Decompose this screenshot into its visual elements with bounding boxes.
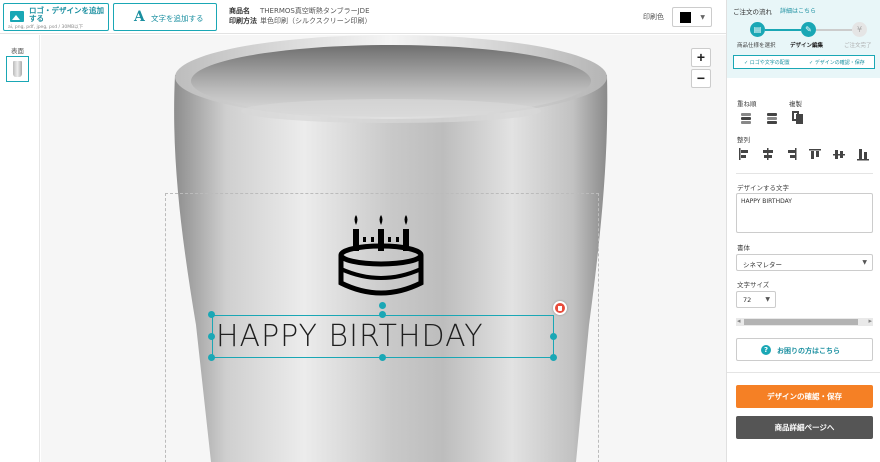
step-1-label: 商品仕様を選択 [737,43,776,49]
text-element[interactable]: HAPPY BIRTHDAY [212,315,554,358]
font-select[interactable]: シネマレター ▼ [736,254,873,271]
chevron-down-icon: ▼ [700,14,705,21]
design-text: HAPPY BIRTHDAY [216,319,484,354]
product-detail-button[interactable]: 商品詳細ページへ [736,416,873,439]
face-sidebar: 表面 [0,35,40,462]
birthday-cake-icon[interactable] [336,211,426,301]
step-2-pencil-icon: ✎ [801,22,816,37]
size-select[interactable]: 72 ▼ [736,291,776,308]
image-icon [10,11,24,22]
face-label: 表面 [11,47,24,55]
step-2-label: デザイン編集 [790,43,824,49]
align-toolbar [739,148,869,161]
step-3-yen-icon: ¥ [852,22,867,37]
step-line-2 [816,29,852,31]
add-logo-button[interactable]: ロゴ・デザインを追加する ai, png, pdf, jpeg, psd / 3… [3,3,109,31]
resize-handle-e[interactable] [550,333,557,340]
design-canvas[interactable]: + − HAPPY BIRTHDAY [41,35,726,462]
horizontal-scrollbar[interactable]: ◂ ▸ [736,317,873,326]
add-text-button[interactable]: A 文字を追加する [113,3,217,31]
order-label: 重ね順 [737,100,757,108]
divider [727,372,880,373]
design-text-input[interactable]: HAPPY BIRTHDAY [736,193,873,233]
add-logo-filetypes: ai, png, pdf, jpeg, psd / 30MB以下 [8,25,84,30]
color-swatch [680,12,691,23]
print-color-label: 印刷色 [643,13,664,21]
question-icon: ? [761,345,771,355]
align-center-icon [763,148,773,160]
chevron-down-icon: ▼ [765,296,770,303]
divider [736,173,873,174]
help-button[interactable]: ? お困りの方はこちら [736,338,873,361]
rotate-handle[interactable] [379,302,386,309]
resize-handle-w[interactable] [208,333,215,340]
resize-handle-se[interactable] [550,354,557,361]
align-label: 整列 [737,136,750,144]
copy-icon[interactable] [791,110,805,124]
delete-icon[interactable] [553,301,567,315]
substep-box: ✓ ロゴや文字の配置 ✓ デザインの確認・保存 [733,55,875,69]
send-backward-icon[interactable] [765,111,779,125]
chevron-down-icon: ▼ [862,259,867,266]
substep-1: ✓ ロゴや文字の配置 [744,60,790,66]
edit-panel: ご注文の流れ 詳細はこちら ▤ ✎ ¥ 商品仕様を選択 デザイン編集 ご注文完了… [726,0,880,462]
product-name-value: THERMOS真空断熱タンブラーJDE [260,7,370,15]
print-method-key: 印刷方法 [229,17,257,25]
align-bottom-icon [857,149,869,161]
print-color-select[interactable]: ▼ [672,7,712,27]
top-toolbar: ロゴ・デザインを追加する ai, png, pdf, jpeg, psd / 3… [0,0,726,34]
help-label: お困りの方はこちら [777,347,840,355]
substep-2: ✓ デザインの確認・保存 [809,60,865,66]
resize-handle-s[interactable] [379,354,386,361]
product-name-key: 商品名 [229,7,250,15]
resize-handle-nw[interactable] [208,311,215,318]
scroll-thumb[interactable] [744,319,858,325]
order-flow: ご注文の流れ 詳細はこちら ▤ ✎ ¥ 商品仕様を選択 デザイン編集 ご注文完了… [727,0,880,78]
add-text-label: 文字を追加する [151,14,204,23]
add-logo-label: ロゴ・デザインを追加する [29,6,104,23]
zoom-in-button[interactable]: + [691,48,711,67]
font-value: シネマレター [743,261,782,269]
resize-handle-sw[interactable] [208,354,215,361]
design-text-label: デザインする文字 [737,184,789,192]
bring-forward-icon[interactable] [739,111,753,125]
order-flow-link[interactable]: 詳細はこちら [780,6,816,15]
face-thumbnail[interactable] [6,56,29,82]
scroll-right-icon[interactable]: ▸ [868,317,872,325]
resize-handle-n[interactable] [379,311,386,318]
align-left-icon [739,148,748,160]
print-method-value: 単色印刷（シルクスクリーン印刷） [260,17,372,25]
align-middle-icon [833,150,845,159]
align-top-icon [809,149,821,159]
font-label: 書体 [737,244,750,252]
step-3-label: ご注文完了 [844,43,872,49]
zoom-out-button[interactable]: − [691,69,711,88]
size-label: 文字サイズ [737,281,770,289]
confirm-save-button[interactable]: デザインの確認・保存 [736,385,873,408]
text-icon: A [134,9,145,25]
size-value: 72 [743,296,752,304]
scroll-left-icon[interactable]: ◂ [737,317,741,325]
copy-label: 複製 [789,100,802,108]
align-right-icon [788,148,797,160]
step-line-1 [765,29,801,31]
product-info: 商品名 THERMOS真空断熱タンブラーJDE 印刷方法 単色印刷（シルクスクリーン… [229,6,371,26]
step-1-icon: ▤ [750,22,765,37]
order-flow-title: ご注文の流れ [733,8,772,16]
